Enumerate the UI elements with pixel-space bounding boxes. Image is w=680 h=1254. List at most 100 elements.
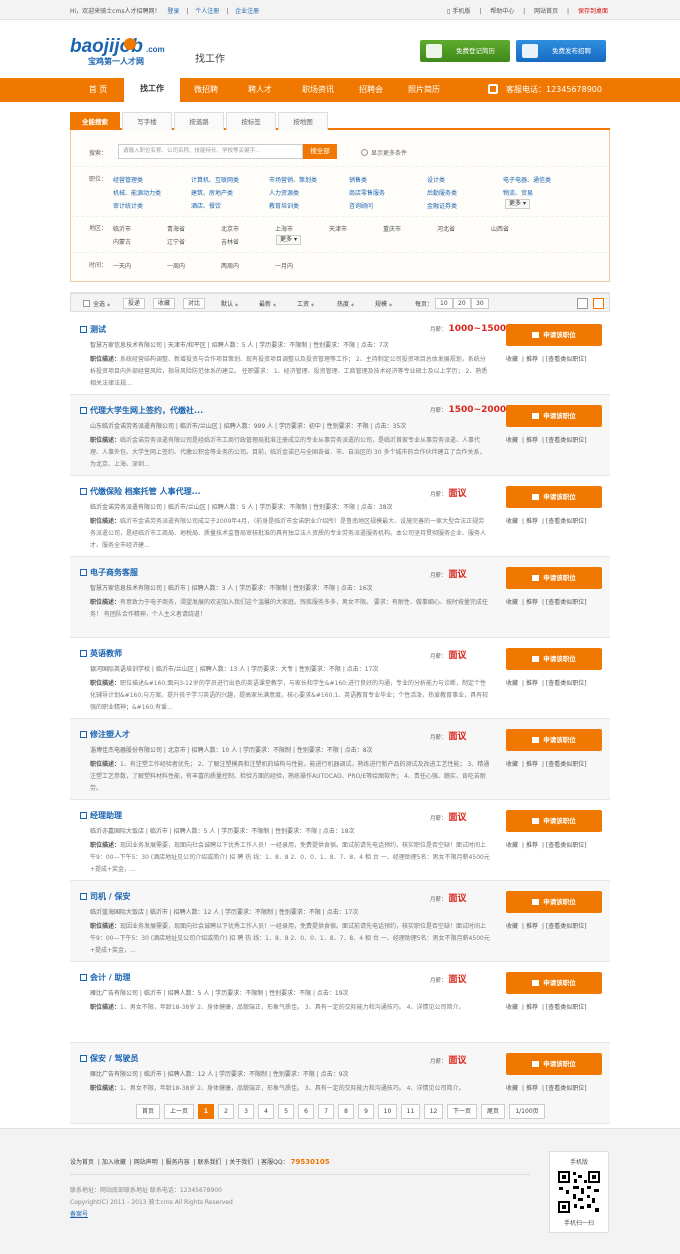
select-all-label[interactable]: 全选 xyxy=(93,299,110,308)
similar-jobs-link[interactable]: [查看类似职位] xyxy=(546,1085,587,1092)
recommend-link[interactable]: 推荐 xyxy=(526,518,538,525)
batch-collect-button[interactable]: 收藏 xyxy=(153,298,176,309)
job-option[interactable]: 机械、能源动力类 xyxy=(113,188,161,197)
job-title[interactable]: 经理助理 xyxy=(90,810,122,821)
recommend-link[interactable]: 推荐 xyxy=(526,356,538,363)
footer-link[interactable]: 服务内容 xyxy=(166,1159,190,1166)
footer-link[interactable]: 网站声明 xyxy=(134,1159,158,1166)
apply-button[interactable]: 申请该职位 xyxy=(506,972,602,994)
job-more-button[interactable]: 更多 ▾ xyxy=(505,199,530,209)
sort-salary[interactable]: 工资 xyxy=(297,299,314,308)
job-checkbox[interactable] xyxy=(80,569,87,576)
per-page-30[interactable]: 30 xyxy=(471,298,489,309)
recommend-link[interactable]: 推荐 xyxy=(526,761,538,768)
collect-link[interactable]: 收藏 xyxy=(506,1004,518,1011)
page-number[interactable]: 8 xyxy=(338,1104,354,1119)
similar-jobs-link[interactable]: [查看类似职位] xyxy=(546,599,587,606)
post-job-button[interactable]: 免费发布招聘 xyxy=(516,40,606,62)
job-option[interactable]: 市场营销、策划类 xyxy=(269,175,317,184)
nav-job-fair[interactable]: 招聘会 xyxy=(348,78,394,102)
mobile-link[interactable]: 手机版 xyxy=(452,8,470,15)
job-checkbox[interactable] xyxy=(80,812,87,819)
collect-link[interactable]: 收藏 xyxy=(506,680,518,687)
apply-button[interactable]: 申请该职位 xyxy=(506,648,602,670)
job-checkbox[interactable] xyxy=(80,1055,87,1062)
time-option[interactable]: 一月内 xyxy=(275,261,293,270)
nav-micro-recruit[interactable]: 微招聘 xyxy=(182,78,230,102)
collect-link[interactable]: 收藏 xyxy=(506,518,518,525)
time-option[interactable]: 一周内 xyxy=(167,261,185,270)
sort-popularity[interactable]: 热度 xyxy=(337,299,354,308)
collect-link[interactable]: 收藏 xyxy=(506,842,518,849)
job-title[interactable]: 会计 / 助理 xyxy=(90,972,131,983)
apply-button[interactable]: 申请该职位 xyxy=(506,729,602,751)
tab-by-map[interactable]: 按地图 xyxy=(278,112,328,130)
job-checkbox[interactable] xyxy=(80,974,87,981)
job-option[interactable]: 咨询顾问 xyxy=(349,201,373,210)
page-number[interactable]: 3 xyxy=(238,1104,254,1119)
area-option[interactable]: 山西省 xyxy=(491,224,509,233)
area-option[interactable]: 辽宁省 xyxy=(167,237,185,246)
tab-by-tag[interactable]: 按标签 xyxy=(226,112,276,130)
area-option[interactable]: 重庆市 xyxy=(383,224,401,233)
batch-apply-button[interactable]: 投递 xyxy=(123,298,146,309)
grid-view-icon[interactable] xyxy=(577,298,588,309)
similar-jobs-link[interactable]: [查看类似职位] xyxy=(546,518,587,525)
area-option[interactable]: 青海省 xyxy=(167,224,185,233)
time-option[interactable]: 两周内 xyxy=(221,261,239,270)
job-title[interactable]: 电子商务客服 xyxy=(90,567,138,578)
job-checkbox[interactable] xyxy=(80,731,87,738)
first-page-button[interactable]: 首页 xyxy=(136,1104,160,1119)
footer-link[interactable]: 关于我们 xyxy=(229,1159,253,1166)
page-number[interactable]: 11 xyxy=(401,1104,420,1119)
job-option[interactable]: 物流、贸易 xyxy=(503,188,533,197)
job-title[interactable]: 代理大学生网上签约，代缴社... xyxy=(90,405,203,416)
job-title[interactable]: 英语教师 xyxy=(90,648,122,659)
apply-button[interactable]: 申请该职位 xyxy=(506,324,602,346)
page-number[interactable]: 1 xyxy=(198,1104,214,1119)
job-title[interactable]: 修注塑人才 xyxy=(90,729,130,740)
area-option[interactable]: 临沂市 xyxy=(113,224,131,233)
apply-button[interactable]: 申请该职位 xyxy=(506,567,602,589)
job-checkbox[interactable] xyxy=(80,326,87,333)
job-option[interactable]: 人力资源类 xyxy=(269,188,299,197)
collect-link[interactable]: 收藏 xyxy=(506,923,518,930)
job-option[interactable]: 计算机、互联网类 xyxy=(191,175,239,184)
job-title[interactable]: 保安 / 驾驶员 xyxy=(90,1053,139,1064)
per-page-20[interactable]: 20 xyxy=(453,298,471,309)
login-link[interactable]: 登录 xyxy=(167,8,179,15)
recommend-link[interactable]: 推荐 xyxy=(526,1004,538,1011)
collect-link[interactable]: 收藏 xyxy=(506,599,518,606)
job-title[interactable]: 代缴保险 档案托管 人事代理... xyxy=(90,486,201,497)
recommend-link[interactable]: 推荐 xyxy=(526,842,538,849)
per-page-10[interactable]: 10 xyxy=(435,298,453,309)
similar-jobs-link[interactable]: [查看类似职位] xyxy=(546,680,587,687)
sort-default[interactable]: 默认 xyxy=(221,299,238,308)
search-button[interactable]: 搜全部 xyxy=(303,144,337,159)
tab-by-road[interactable]: 按道路 xyxy=(174,112,224,130)
icp-link[interactable]: 备案号 xyxy=(70,1209,233,1221)
tab-office-building[interactable]: 写字楼 xyxy=(122,112,172,130)
job-option[interactable]: 金融证券类 xyxy=(427,201,457,210)
collect-link[interactable]: 收藏 xyxy=(506,1085,518,1092)
tab-all-search[interactable]: 全能搜索 xyxy=(70,112,120,130)
recommend-link[interactable]: 推荐 xyxy=(526,599,538,606)
job-option[interactable]: 教育培训类 xyxy=(269,201,299,210)
last-page-button[interactable]: 尾页 xyxy=(481,1104,505,1119)
nav-photo-resume[interactable]: 照片简历 xyxy=(398,78,450,102)
area-option[interactable]: 上海市 xyxy=(275,224,293,233)
area-option[interactable]: 河北省 xyxy=(437,224,455,233)
search-input[interactable]: 请输入职位名称、公司名称、技能特长、学校等关键字... xyxy=(118,144,303,159)
area-option[interactable]: 内蒙古 xyxy=(113,237,131,246)
page-number[interactable]: 12 xyxy=(424,1104,443,1119)
job-option[interactable]: 电子电器、通信类 xyxy=(503,175,551,184)
similar-jobs-link[interactable]: [查看类似职位] xyxy=(546,842,587,849)
footer-link[interactable]: 联系我们 xyxy=(197,1159,221,1166)
footer-link[interactable]: 加入收藏 xyxy=(102,1159,126,1166)
job-option[interactable]: 商店零售服务 xyxy=(349,188,385,197)
compare-button[interactable]: 对比 xyxy=(183,298,206,309)
page-number[interactable]: 7 xyxy=(318,1104,334,1119)
nav-home[interactable]: 首 页 xyxy=(72,78,124,102)
help-link[interactable]: 帮助中心 xyxy=(490,8,514,15)
job-option[interactable]: 审计统计类 xyxy=(113,201,143,210)
